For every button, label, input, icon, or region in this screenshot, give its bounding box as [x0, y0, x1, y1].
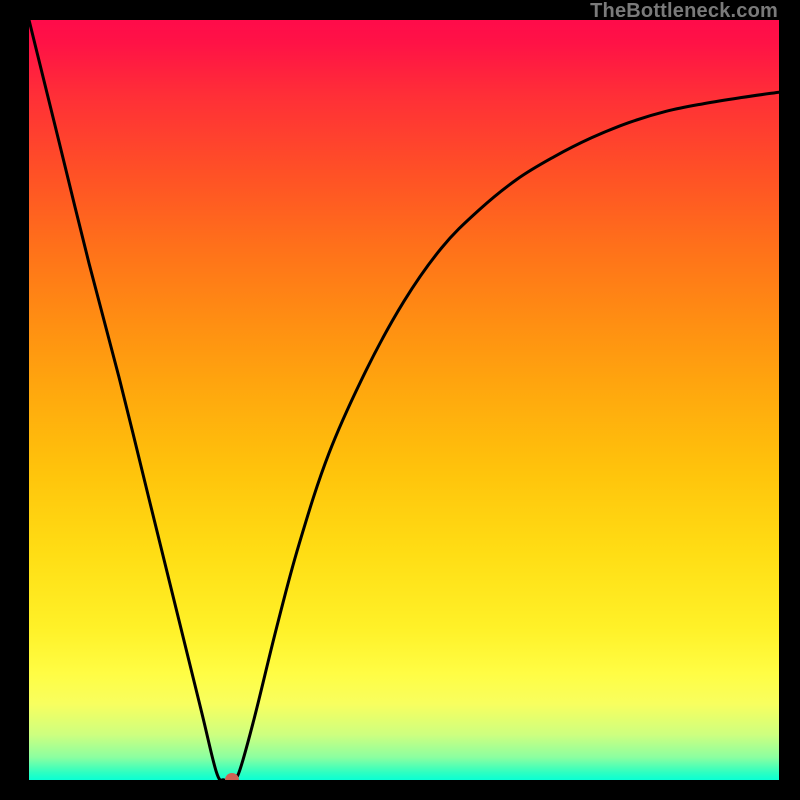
plot-area	[29, 20, 779, 780]
curve-svg	[29, 20, 779, 780]
optimal-point-marker	[225, 773, 239, 780]
watermark-text: TheBottleneck.com	[590, 0, 778, 23]
bottleneck-curve	[29, 20, 779, 780]
chart-frame: TheBottleneck.com	[0, 0, 800, 800]
